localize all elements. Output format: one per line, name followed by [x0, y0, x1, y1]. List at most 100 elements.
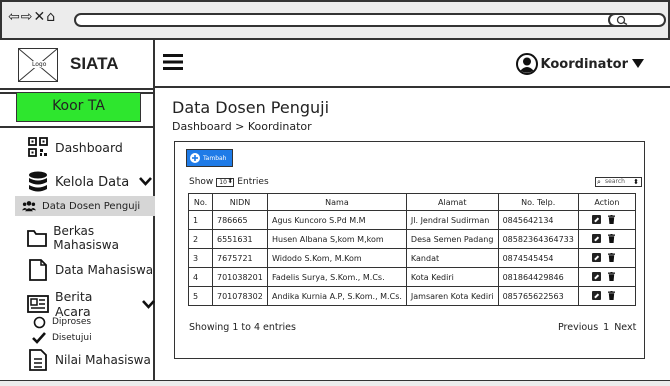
- database-icon: [27, 171, 49, 193]
- sidebar: Logo SIATA Koor TA Dashboard Kelola Data…: [0, 40, 155, 386]
- page-title: Data Dosen Penguji: [172, 98, 330, 117]
- plus-circle-icon: [190, 153, 200, 163]
- cell-nama: Andika Kurnia A.P, S.Kom., M.Cs.: [267, 286, 407, 306]
- trash-icon[interactable]: [607, 214, 615, 224]
- app-name: SIATA: [70, 54, 119, 73]
- folder-icon: [27, 227, 48, 249]
- column-header: Nama: [267, 193, 407, 211]
- user-role-label: Koordinator: [540, 56, 628, 72]
- trash-icon[interactable]: [607, 290, 615, 300]
- edit-icon[interactable]: [591, 271, 601, 281]
- sidebar-item-label: Nilai Mahasiswa: [55, 353, 151, 367]
- table-row: 1 786665 Agus Kuncoro S.Pd M.M Jl. Jendr…: [188, 210, 636, 230]
- trash-icon[interactable]: [607, 252, 615, 262]
- search-placeholder: search: [605, 178, 625, 185]
- column-header: Alamat: [405, 193, 499, 211]
- cell-telp: 0874545454: [497, 248, 579, 268]
- browser-search-icon[interactable]: [608, 13, 666, 27]
- cell-action: [577, 210, 636, 230]
- sidebar-item-label: Dashboard: [55, 139, 123, 155]
- qr-dashboard-icon: [27, 136, 49, 158]
- cell-nama: Fadelis Surya, S.Kom., M.Cs.: [267, 267, 407, 287]
- table-row: 5 701078302 Andika Kurnia A.P, S.Kom., M…: [188, 286, 636, 306]
- show-prefix: Show: [189, 177, 214, 187]
- sidebar-item-label: Disetujui: [52, 333, 92, 343]
- pagination: Previous 1 Next: [558, 322, 636, 333]
- table-row: 4 701038201 Fadelis Surya, S.Kom., M.Cs.…: [188, 267, 636, 287]
- sidebar-item-berkas-mahasiswa[interactable]: Berkas Mahasiswa: [0, 223, 155, 253]
- edit-icon[interactable]: [591, 290, 601, 300]
- check-icon: [32, 331, 46, 345]
- column-header: No.: [188, 193, 213, 211]
- sidebar-item-data-mahasiswa[interactable]: Data Mahasiswa: [0, 255, 155, 285]
- logo-image: Logo: [18, 48, 58, 82]
- cell-telp: 081864429846: [497, 267, 579, 287]
- file-icon: [27, 259, 49, 281]
- circle-icon: [32, 315, 46, 329]
- cell-nidn: 6551631: [212, 229, 268, 249]
- data-table: No. NIDN Nama Alamat No. Telp. Action 1 …: [188, 193, 636, 306]
- cell-nidn: 701078302: [212, 286, 268, 306]
- cell-action: [577, 229, 636, 249]
- cell-alamat: Kota Kediri: [405, 267, 499, 287]
- show-suffix: Entries: [237, 177, 269, 187]
- sidebar-item-label: Data Mahasiswa: [55, 263, 154, 277]
- search-input[interactable]: ⌕ search ⬍: [595, 177, 642, 187]
- edit-icon[interactable]: [591, 214, 601, 224]
- entries-select[interactable]: 10: [216, 177, 235, 187]
- add-button[interactable]: Tambah: [186, 149, 233, 167]
- chevron-down-icon: [139, 175, 153, 190]
- cell-telp: 085765622563: [497, 286, 579, 306]
- cell-alamat: Jamsaren Kota Kediri: [405, 286, 499, 306]
- role-button[interactable]: Koor TA: [16, 92, 141, 122]
- cell-telp: 08582364364733: [497, 229, 579, 249]
- cell-nidn: 7675721: [212, 248, 268, 268]
- cell-alamat: Jl. Jendral Sudirman: [405, 210, 499, 230]
- cell-action: [577, 248, 636, 268]
- user-avatar-icon: [515, 53, 538, 75]
- sidebar-item-dashboard[interactable]: Dashboard: [0, 132, 155, 162]
- trash-icon[interactable]: [607, 271, 615, 281]
- sidebar-item-label: Data Dosen Penguji: [42, 200, 141, 212]
- pagination-next[interactable]: Next: [614, 322, 636, 333]
- url-bar[interactable]: [74, 13, 634, 27]
- edit-icon[interactable]: [591, 252, 601, 262]
- pagination-page[interactable]: 1: [603, 322, 609, 333]
- cell-nidn: 701038201: [212, 267, 268, 287]
- cell-no: 1: [188, 210, 213, 230]
- user-menu[interactable]: Koordinator: [515, 53, 644, 75]
- cell-action: [577, 267, 636, 287]
- cell-nama: Agus Kuncoro S.Pd M.M: [267, 210, 407, 230]
- sidebar-item-label: Diproses: [52, 317, 92, 327]
- cell-alamat: Desa Semen Padang: [405, 229, 499, 249]
- table-row: 2 6551631 Husen Albana S,kom M,kom Desa …: [188, 229, 636, 249]
- add-button-label: Tambah: [203, 154, 227, 162]
- cell-no: 2: [188, 229, 213, 249]
- showing-entries-text: Showing 1 to 4 entries: [189, 322, 296, 333]
- top-bar: Koordinator: [155, 40, 670, 88]
- browser-nav-icons[interactable]: ⇦⇨✕⌂: [8, 9, 56, 25]
- cell-no: 3: [188, 248, 213, 268]
- show-entries: Show 10 Entries: [189, 177, 269, 187]
- column-header: Action: [577, 193, 636, 211]
- table-header-row: No. NIDN Nama Alamat No. Telp. Action: [188, 193, 636, 211]
- cell-no: 5: [188, 286, 213, 306]
- cell-nama: Widodo S.Kom, M.Kom: [267, 248, 407, 268]
- table-row: 3 7675721 Widodo S.Kom, M.Kom Kandat 087…: [188, 248, 636, 268]
- trash-icon[interactable]: [607, 233, 615, 243]
- pagination-previous[interactable]: Previous: [558, 322, 598, 333]
- cell-nama: Husen Albana S,kom M,kom: [267, 229, 407, 249]
- hamburger-menu-icon[interactable]: [163, 52, 183, 72]
- caret-down-icon: [632, 57, 644, 72]
- sidebar-item-label: Berkas Mahasiswa: [53, 224, 119, 252]
- users-icon: [22, 199, 36, 213]
- cell-action: [577, 286, 636, 306]
- cell-nidn: 786665: [212, 210, 268, 230]
- edit-icon[interactable]: [591, 233, 601, 243]
- cell-telp: 0845642134: [497, 210, 579, 230]
- chevron-down-icon: [142, 297, 155, 312]
- sidebar-item-data-dosen-penguji[interactable]: Data Dosen Penguji: [15, 196, 155, 216]
- sidebar-item-nilai-mahasiswa[interactable]: Nilai Mahasiswa: [0, 345, 155, 375]
- brand-header: Logo SIATA: [0, 40, 155, 90]
- sidebar-item-kelola-data[interactable]: Kelola Data: [0, 167, 155, 197]
